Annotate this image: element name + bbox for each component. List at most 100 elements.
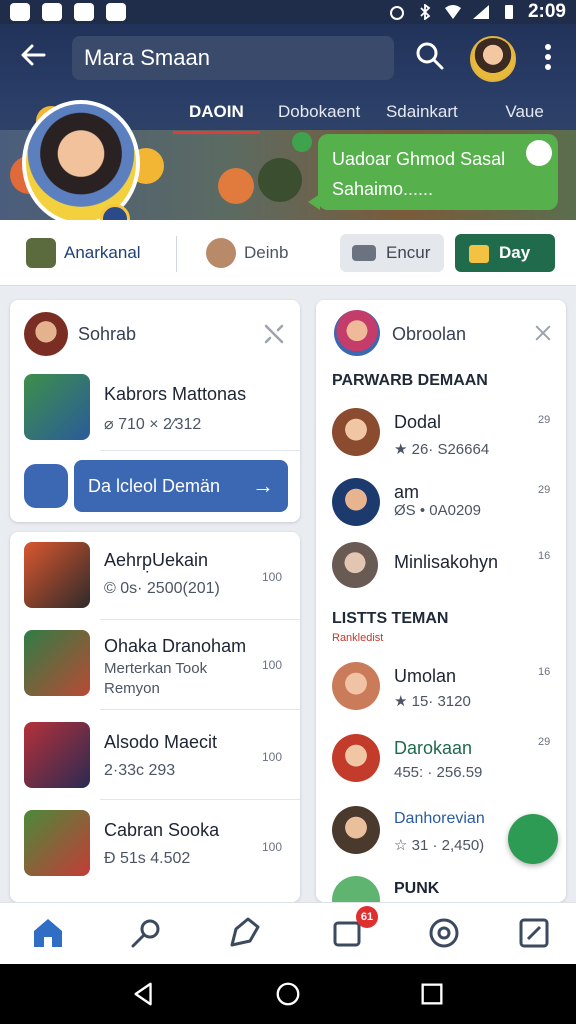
friend-meta: ★ 15· 3120 <box>394 693 471 710</box>
nav-back-icon[interactable] <box>130 980 158 1008</box>
list-item[interactable]: Aehrp̣Uekain © 0s· 2500⁢(201) 100 <box>10 532 300 620</box>
home-icon[interactable] <box>30 915 66 951</box>
hero-avatar[interactable] <box>22 100 140 220</box>
item-title: Alsodo Maecit <box>104 732 218 752</box>
chat-fab[interactable] <box>508 814 558 864</box>
game-thumbnail <box>24 810 90 876</box>
friend-item[interactable]: Darokaan 455: · 256.59 29 <box>316 726 566 796</box>
section-heading: LISTTS TEMAN <box>332 610 449 627</box>
bottom-navigation <box>0 902 576 964</box>
more-options-icon[interactable] <box>538 42 558 72</box>
bubble-line-2: Sahaimo...... <box>332 179 434 199</box>
wifi-icon <box>444 5 461 19</box>
section-subheading: Rankledist <box>332 632 384 644</box>
friend-name: Umolan <box>394 666 457 686</box>
friend-side: 16 <box>538 550 551 562</box>
action-anarkanal[interactable]: Anarkanal <box>26 234 141 272</box>
top-app-bar: Mara Smaan <box>0 24 576 90</box>
encur-button[interactable]: Encur <box>340 234 444 272</box>
app-notification-icon <box>106 3 126 21</box>
game-thumbnail <box>24 722 90 788</box>
friend-avatar <box>332 734 380 782</box>
game-meta: ⌀ 710 × 2⁄312 <box>104 416 202 433</box>
tab-vaue[interactable]: Vaue <box>473 94 576 134</box>
game-title: Kabrors Mattonas <box>104 384 247 404</box>
explore-icon[interactable] <box>128 915 164 951</box>
tab-daoin[interactable]: DAOIN <box>165 94 268 134</box>
friend-side: 29 <box>538 736 551 748</box>
item-side: 100 <box>262 750 283 764</box>
calendar-icon <box>469 245 489 263</box>
list-item[interactable]: Ohaka Dranoham Merterkan Took Remyon 100 <box>10 620 300 710</box>
friend-name: PUNK <box>394 880 440 897</box>
item-side: 100 <box>262 840 283 854</box>
day-button[interactable]: Day <box>455 234 555 272</box>
game-icon[interactable] <box>226 915 262 951</box>
item-side: 100 <box>262 570 283 584</box>
game-thumbnail[interactable] <box>24 374 90 440</box>
alarm-icon <box>389 6 404 20</box>
search-input[interactable]: Mara Smaan <box>72 36 394 80</box>
item-meta: Merterkan Took <box>104 660 208 677</box>
divider <box>100 450 300 451</box>
chat-bubble[interactable]: Uadoar Ghmod Sasal Sahaimo...... <box>308 134 558 210</box>
gamepad-icon <box>352 245 376 261</box>
friend-side: 29 <box>538 414 551 426</box>
item-title: Cabran Sooka <box>104 820 220 840</box>
friend-meta: ★ 26· S26664 <box>394 441 490 458</box>
friend-side: 16 <box>538 666 551 678</box>
close-icon[interactable] <box>534 324 552 342</box>
share-icon[interactable] <box>24 464 68 508</box>
tab-bar: DAOIN Dobokaent Sdainkart Vaue <box>165 94 576 134</box>
list-item[interactable]: Alsodo Maecit 2·33c 293 100 <box>10 710 300 800</box>
profile-header: Mara Smaan DAOIN Dobokaent Sdainkart Vau… <box>0 24 576 220</box>
item-title: Ohaka Dranoham <box>104 636 247 656</box>
tab-sdainkart[interactable]: Sdainkart <box>371 94 474 134</box>
emoji-sticker <box>292 132 312 152</box>
edit-icon[interactable] <box>516 915 552 951</box>
friend-meta: 455: · 256.59 <box>394 764 483 781</box>
friend-item[interactable]: am ØS • 0A0209 29 <box>316 468 566 534</box>
game-controller-icon <box>526 140 552 166</box>
friend-avatar <box>332 662 380 710</box>
profile-avatar[interactable] <box>470 36 516 82</box>
item-side: 100 <box>262 658 283 672</box>
action-bar: Anarkanal Deinb Encur Day <box>0 220 576 286</box>
item-meta: 2·33c 293 <box>104 762 176 779</box>
back-arrow-icon[interactable] <box>18 40 48 70</box>
item-title: Aehrp̣Uekain <box>104 550 209 570</box>
unlink-icon[interactable] <box>262 322 286 346</box>
game-thumb-icon <box>26 238 56 268</box>
list-item[interactable]: Cabran Sooka Đ 51s 4.502 100 <box>10 800 300 890</box>
tab-dobokaent[interactable]: Dobokaent <box>268 94 371 134</box>
friend-avatar <box>332 876 380 902</box>
notification-icons <box>10 3 126 21</box>
item-meta: © 0s· 2500⁢(201) <box>104 580 220 597</box>
game-thumbnail <box>24 630 90 696</box>
signal-icon <box>472 5 489 19</box>
friend-avatar <box>332 806 380 854</box>
item-meta: Đ 51s 4.502 <box>104 850 191 867</box>
sohrab-card: Sohrab Kabrors Mattonas ⌀ 710 × 2⁄312 Da… <box>10 300 300 522</box>
item-meta-2: Remyon <box>104 680 160 697</box>
friend-item[interactable]: PUNK <box>316 872 566 902</box>
search-icon[interactable] <box>414 40 446 72</box>
button-label: Da lcleol Demän <box>88 475 221 496</box>
friend-meta: ☆ 31 · 2,450) <box>394 837 485 854</box>
friend-name: Darokaan <box>394 738 473 758</box>
settings-icon[interactable] <box>426 915 462 951</box>
bluetooth-icon <box>420 4 431 20</box>
action-deinb[interactable]: Deinb <box>206 234 288 272</box>
nav-home-icon[interactable] <box>274 980 302 1008</box>
user-avatar-icon <box>206 238 236 268</box>
friend-item[interactable]: Dodal ★ 26· S26664 29 <box>316 398 566 468</box>
friend-avatar <box>332 408 380 456</box>
app-notification-icon <box>74 3 94 21</box>
action-label: Anarkanal <box>64 243 141 262</box>
friend-avatar <box>332 542 378 588</box>
nav-recents-icon[interactable] <box>418 980 446 1008</box>
friend-item[interactable]: Umolan ★ 15· 3120 16 <box>316 654 566 724</box>
da-lcleol-demaan-button[interactable]: Da lcleol Demän → <box>74 460 288 512</box>
day-label: Day <box>499 243 531 262</box>
friend-item[interactable]: Minlisakohyn 16 <box>316 536 566 596</box>
